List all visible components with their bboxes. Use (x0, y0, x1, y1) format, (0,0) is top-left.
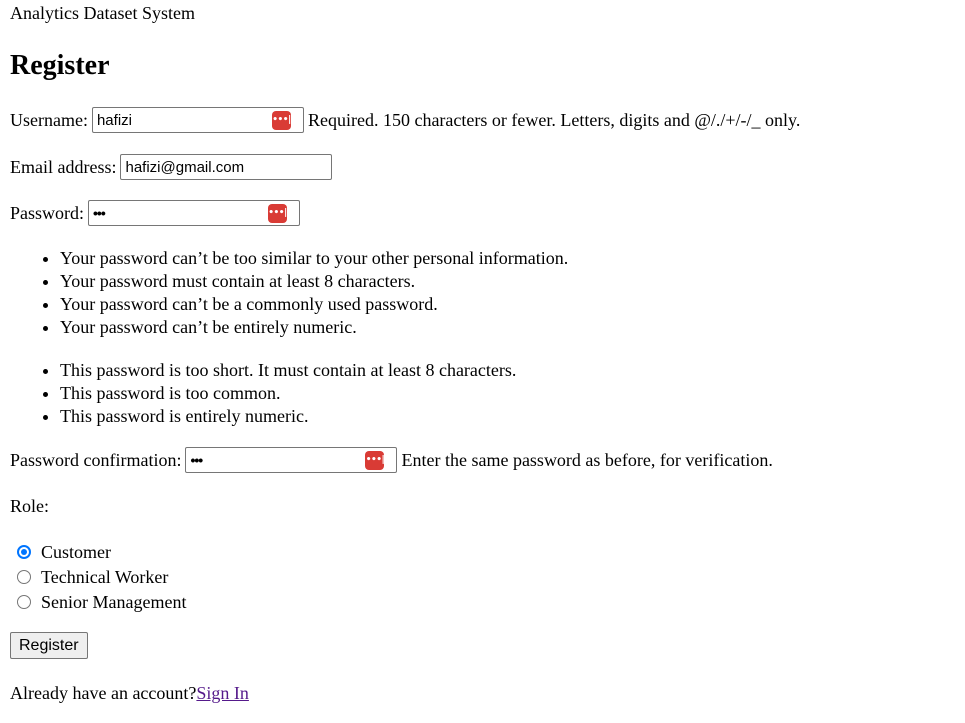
password-confirmation-row: Password confirmation: ••• •••| Enter th… (10, 447, 773, 473)
role-option-customer[interactable]: Customer (17, 540, 111, 564)
password-confirmation-help-text: Enter the same password as before, for v… (401, 449, 773, 470)
role-option-label: Customer (41, 541, 111, 562)
email-row: Email address: hafizi@gmail.com (10, 154, 336, 180)
username-help-text: Required. 150 characters or fewer. Lette… (307, 109, 801, 130)
password-confirmation-value: ••• (190, 452, 203, 468)
list-item: This password is too common. (60, 382, 516, 405)
signin-link[interactable]: Sign In (196, 683, 249, 703)
username-label: Username: (10, 109, 88, 130)
email-label: Email address: (10, 156, 117, 177)
register-button[interactable]: Register (10, 632, 88, 659)
password-manager-icon[interactable]: •••| (268, 204, 287, 223)
password-label: Password: (10, 202, 85, 223)
password-requirements-list: Your password can’t be too similar to yo… (0, 247, 568, 339)
role-option-label: Technical Worker (41, 566, 169, 587)
password-manager-icon[interactable]: •••| (365, 451, 385, 470)
password-confirmation-input[interactable]: ••• •••| (185, 447, 398, 473)
site-title: Analytics Dataset System (10, 3, 195, 23)
list-item: Your password can’t be entirely numeric. (60, 316, 568, 339)
password-manager-icon[interactable]: •••| (271, 111, 291, 130)
username-input[interactable]: hafizi •••| (91, 107, 304, 133)
password-value: ••• (93, 205, 106, 221)
radio-button[interactable] (17, 570, 31, 584)
role-option-technical-worker[interactable]: Technical Worker (17, 565, 168, 589)
role-option-label: Senior Management (41, 591, 187, 612)
radio-button[interactable] (17, 595, 31, 609)
password-input[interactable]: ••• •••| (88, 200, 301, 226)
page-title: Register (10, 50, 110, 81)
signin-prompt: Already have an account?Sign In (10, 682, 249, 704)
password-confirmation-label: Password confirmation: (10, 449, 182, 470)
list-item: Your password can’t be too similar to yo… (60, 247, 568, 270)
role-label: Role: (10, 496, 49, 516)
list-item: This password is too short. It must cont… (60, 359, 516, 382)
list-item: This password is entirely numeric. (60, 405, 516, 428)
list-item: Your password must contain at least 8 ch… (60, 270, 568, 293)
email-value: hafizi@gmail.com (125, 158, 245, 176)
username-row: Username: hafizi •••| Required. 150 char… (10, 107, 800, 133)
list-item: Your password can’t be a commonly used p… (60, 293, 568, 316)
password-row: Password: ••• •••| (10, 200, 304, 226)
username-value: hafizi (96, 111, 132, 129)
role-option-senior-management[interactable]: Senior Management (17, 590, 186, 614)
password-errors-list: This password is too short. It must cont… (0, 359, 516, 428)
radio-button[interactable] (17, 545, 31, 559)
signin-prompt-text: Already have an account? (10, 683, 197, 703)
email-input[interactable]: hafizi@gmail.com (120, 154, 333, 180)
